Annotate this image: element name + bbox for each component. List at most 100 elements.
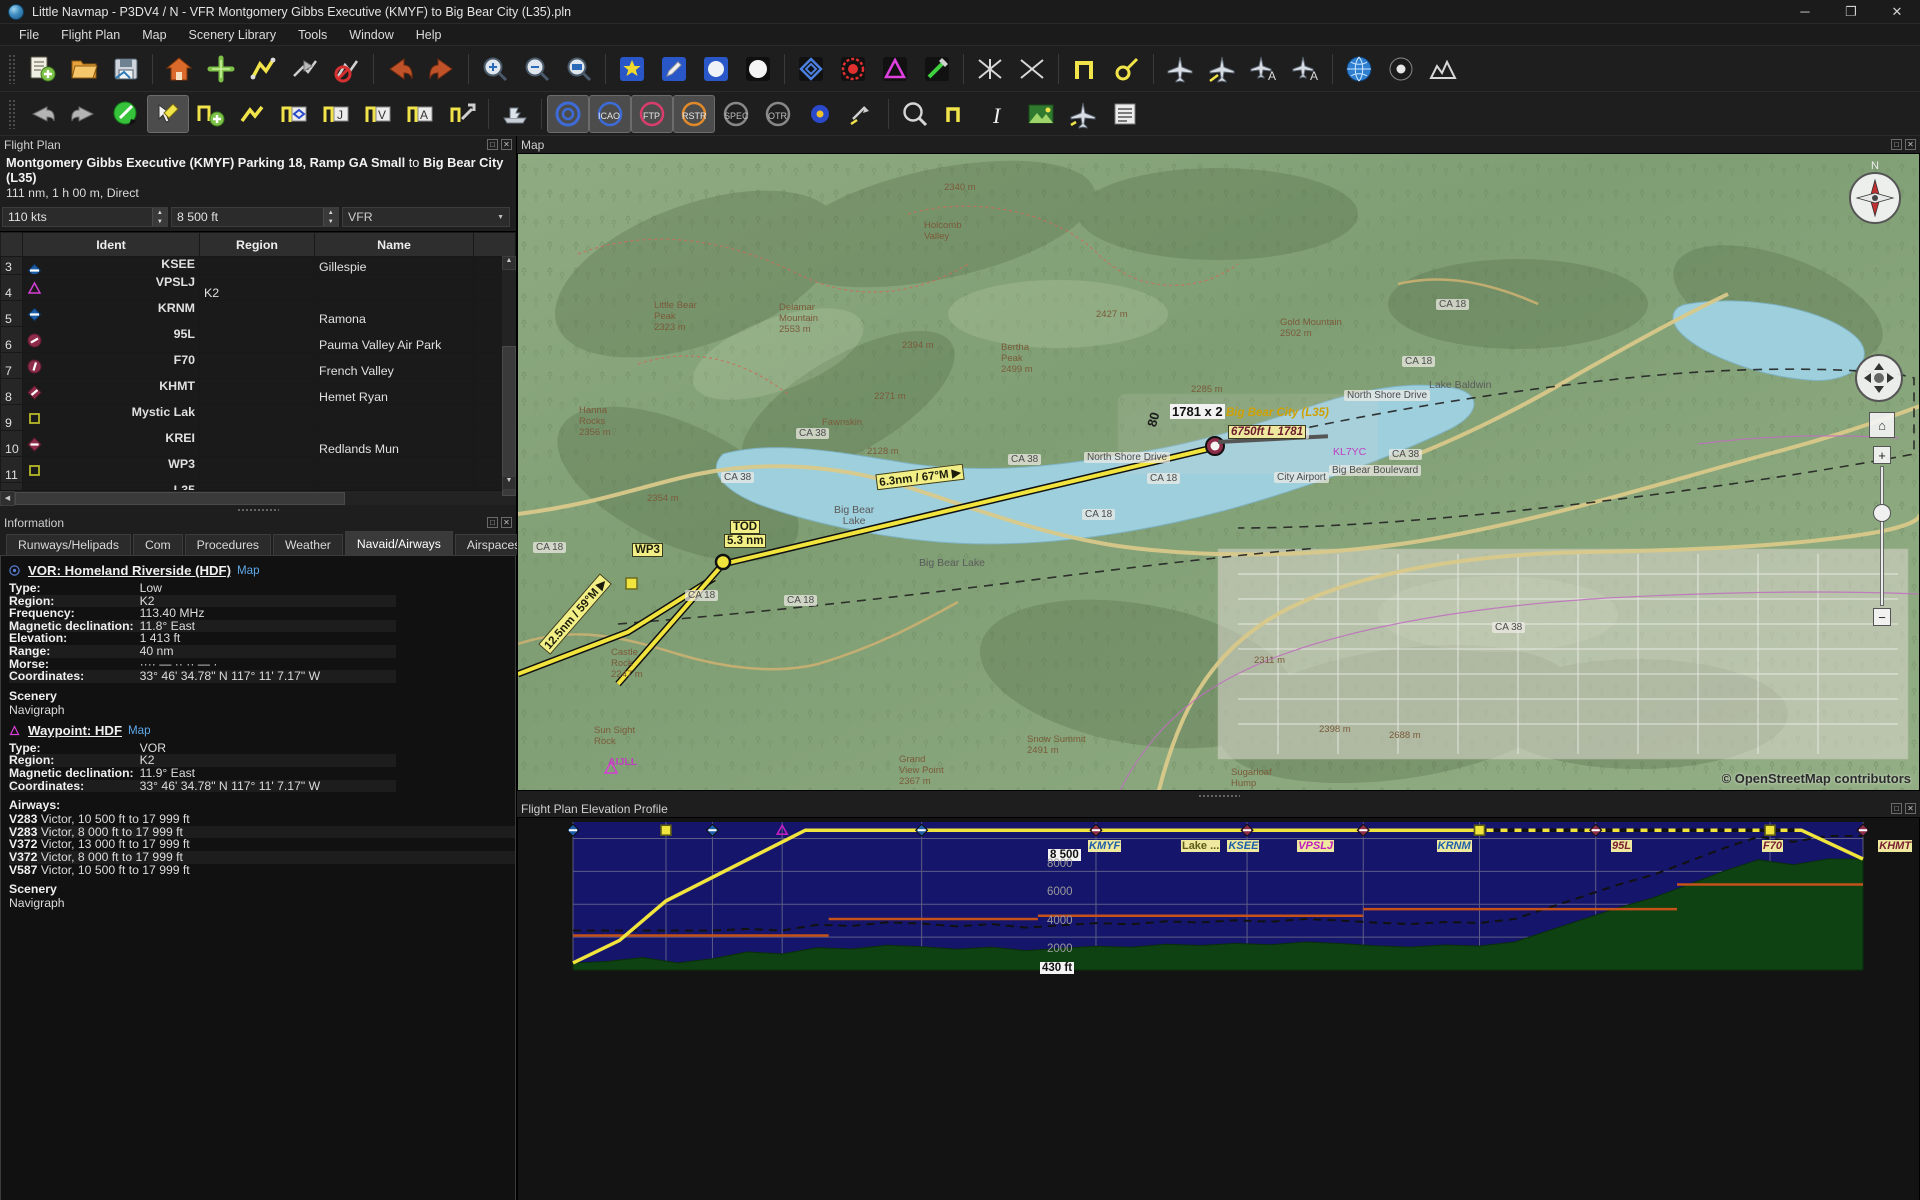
route-arrow-icon[interactable] xyxy=(441,95,483,133)
undo-icon[interactable] xyxy=(21,95,63,133)
toolbar-grip[interactable] xyxy=(8,98,17,129)
dock-float-button[interactable]: □ xyxy=(1891,803,1902,814)
track-yellow-icon[interactable] xyxy=(1064,49,1106,89)
redo-icon[interactable] xyxy=(63,95,105,133)
aircraft-perf-icon[interactable] xyxy=(1062,95,1104,133)
spin-up-icon[interactable]: ▲ xyxy=(153,208,167,217)
triangle-waypoint-icon[interactable] xyxy=(874,49,916,89)
minimize-button[interactable]: ─ xyxy=(1782,0,1828,24)
aircraft-label-a-icon[interactable]: A xyxy=(1243,49,1285,89)
dock-float-button[interactable]: □ xyxy=(487,517,498,528)
cruise-speed-spinbox[interactable]: ▲▼ xyxy=(2,207,168,227)
zoom-in-button[interactable]: + xyxy=(1873,446,1891,464)
aircraft-route-icon[interactable] xyxy=(284,49,326,89)
star-airport-icon[interactable] xyxy=(611,49,653,89)
menu-map[interactable]: Map xyxy=(131,26,177,44)
flight-plan-table[interactable]: Ident Region Name 3 KSEE Gillespie 4 VPSLJ K2… xyxy=(0,231,516,506)
row-ident-cell[interactable]: WP3 xyxy=(22,456,200,483)
map-home-button[interactable]: ⌂ xyxy=(1869,412,1895,438)
row-ident-cell[interactable]: F70 xyxy=(22,352,200,379)
dock-close-button[interactable]: ✕ xyxy=(501,517,512,528)
rstr-filter-icon[interactable]: RSTR xyxy=(673,94,715,133)
tab-procedures[interactable]: Procedures xyxy=(184,534,271,555)
new-flight-plan-icon[interactable] xyxy=(21,49,63,89)
zoom-thumb[interactable] xyxy=(1873,504,1891,522)
col-name[interactable]: Name xyxy=(314,232,474,257)
table-row[interactable]: 8 KHMT Hemet Ryan xyxy=(0,378,516,405)
scroll-left-icon[interactable]: ◀ xyxy=(0,490,15,506)
green-marker-icon[interactable] xyxy=(916,49,958,89)
elevation-profile-icon[interactable] xyxy=(1422,49,1464,89)
spin-down-icon[interactable]: ▼ xyxy=(153,217,167,226)
table-row[interactable]: 4 VPSLJ K2 xyxy=(0,274,516,301)
route-icon[interactable] xyxy=(242,49,284,89)
italic-i-icon[interactable]: I xyxy=(978,95,1020,133)
scroll-up-icon[interactable]: ▲ xyxy=(502,256,516,270)
list-icon[interactable] xyxy=(1104,95,1146,133)
zoom-track[interactable] xyxy=(1880,466,1884,606)
vor-map-link[interactable]: Map xyxy=(237,564,260,577)
row-ident-cell[interactable]: KRNM xyxy=(22,300,200,327)
row-ident-cell[interactable]: Mystic Lak xyxy=(22,404,200,431)
ftp-filter-icon[interactable]: FTP xyxy=(631,94,673,133)
vor-filter-icon[interactable] xyxy=(547,94,589,133)
toolbar-grip[interactable] xyxy=(8,53,17,84)
cruise-speed-input[interactable] xyxy=(3,208,152,226)
route-edit-icon[interactable] xyxy=(231,95,273,133)
wind-icon[interactable] xyxy=(841,95,883,133)
dock-close-button[interactable]: ✕ xyxy=(1905,803,1916,814)
hscroll-thumb[interactable] xyxy=(15,491,345,505)
row-ident-cell[interactable]: KREI xyxy=(22,430,200,457)
maximize-button[interactable]: ❐ xyxy=(1828,0,1874,24)
cruise-altitude-input[interactable] xyxy=(172,208,323,226)
add-waypoint-icon[interactable] xyxy=(200,49,242,89)
cruise-speed-arrows[interactable]: ▲ ▼ xyxy=(151,208,167,226)
scroll-thumb[interactable] xyxy=(502,346,516,496)
map-pan-control[interactable] xyxy=(1855,354,1903,402)
restricted-airspace-icon[interactable] xyxy=(832,49,874,89)
dock-float-button[interactable]: □ xyxy=(487,139,498,150)
select-tool-icon[interactable] xyxy=(147,94,189,133)
tab-navaid-airways[interactable]: Navaid/Airways xyxy=(344,531,453,555)
dock-close-button[interactable]: ✕ xyxy=(1905,139,1916,150)
table-row[interactable]: 6 95L Pauma Valley Air Park xyxy=(0,326,516,353)
zoom-out-button[interactable]: − xyxy=(1873,608,1891,626)
airspace-icon[interactable] xyxy=(790,49,832,89)
table-row[interactable]: 11 WP3 xyxy=(0,456,516,483)
map-profile-splitter[interactable] xyxy=(517,791,1920,800)
home-icon[interactable] xyxy=(158,49,200,89)
tab-runways-helipads[interactable]: Runways/Helipads xyxy=(6,534,131,555)
zoom-in-icon[interactable] xyxy=(474,49,516,89)
dock-splitter[interactable] xyxy=(0,505,516,514)
cruise-altitude-arrows[interactable]: ▲ ▼ xyxy=(322,208,338,226)
cruise-altitude-spinbox[interactable]: ▲▼ xyxy=(171,207,339,227)
route-yellow-icon[interactable] xyxy=(936,95,978,133)
row-ident-cell[interactable]: VPSLJ xyxy=(22,274,200,301)
dock-close-button[interactable]: ✕ xyxy=(501,139,512,150)
close-button[interactable]: ✕ xyxy=(1874,0,1920,24)
otr-filter-icon[interactable]: OTR xyxy=(757,95,799,133)
flight-rules-combo[interactable]: VFR ▼ xyxy=(342,207,510,227)
waypoint-heading[interactable]: Waypoint: HDF xyxy=(28,723,122,738)
airway-low-icon[interactable] xyxy=(969,49,1011,89)
map-compass[interactable]: N xyxy=(1849,160,1901,224)
search-icon[interactable] xyxy=(894,95,936,133)
aircraft-label-b-icon[interactable]: A xyxy=(1285,49,1327,89)
sun-shadow-icon[interactable] xyxy=(1380,49,1422,89)
menu-flight-plan[interactable]: Flight Plan xyxy=(50,26,131,44)
open-flight-plan-icon[interactable] xyxy=(63,49,105,89)
flight-plan-hscrollbar[interactable]: ◀ xyxy=(0,490,516,506)
map-canvas[interactable]: 2340 m Holcomb Valley 2427 m Little Bear Peak… xyxy=(517,153,1920,791)
aircraft-trail-icon[interactable] xyxy=(1201,49,1243,89)
table-row[interactable]: 9 Mystic Lak xyxy=(0,404,516,431)
circle-blue-icon[interactable] xyxy=(695,49,737,89)
table-row[interactable]: 10 KREI Redlands Mun xyxy=(0,430,516,457)
elevation-profile-canvas[interactable]: KMYFLake ...KSEEVPSLJKRNM95LF70KHMTMysti… xyxy=(517,817,1920,1200)
route-v-icon[interactable]: V xyxy=(357,95,399,133)
spin-up-icon[interactable]: ▲ xyxy=(324,208,338,217)
aircraft-icon[interactable] xyxy=(1159,49,1201,89)
table-row[interactable]: 12 L35 Big Bear City xyxy=(0,482,516,490)
back-icon[interactable] xyxy=(379,49,421,89)
delete-route-icon[interactable] xyxy=(326,49,368,89)
ndb-filter-icon[interactable] xyxy=(799,95,841,133)
